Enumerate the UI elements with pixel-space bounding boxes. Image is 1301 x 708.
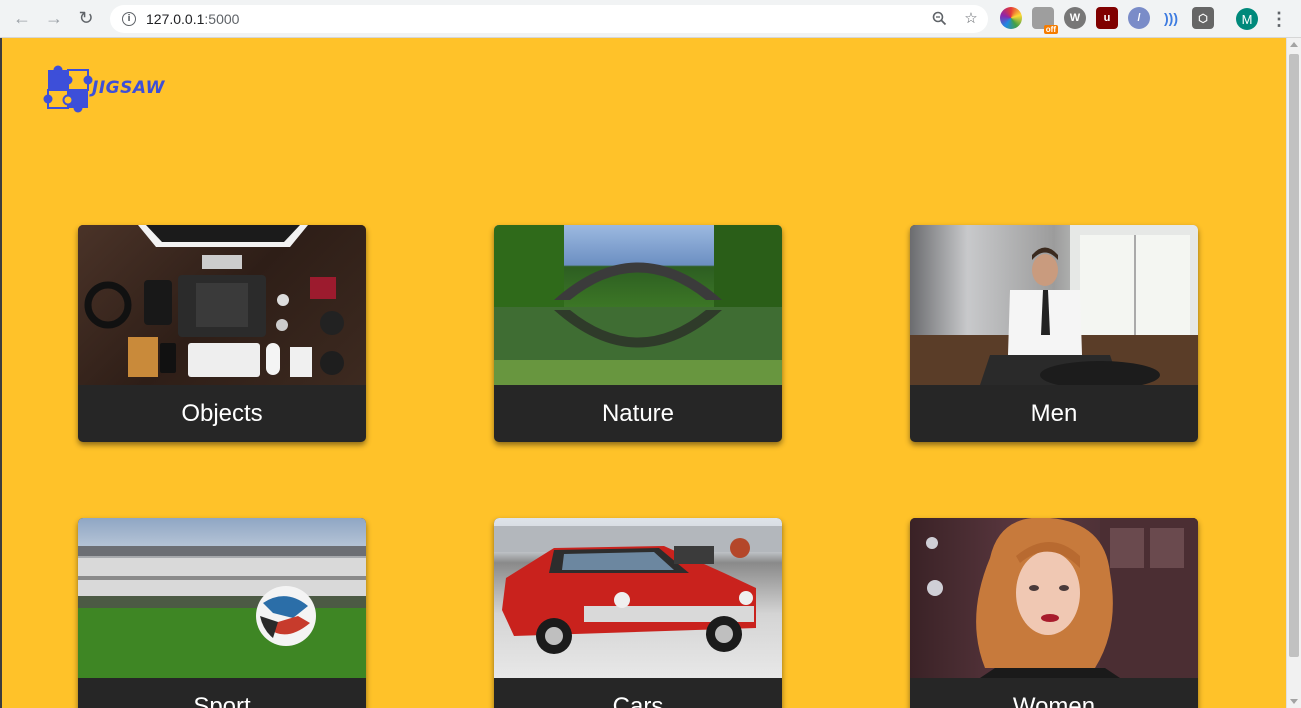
category-title: Men	[1030, 399, 1078, 427]
page-scrollbar[interactable]	[1286, 38, 1301, 708]
scroll-thumb[interactable]	[1289, 54, 1299, 657]
category-card-sport[interactable]: Sport	[78, 518, 366, 708]
category-title: Sport	[193, 692, 251, 708]
logo-text: JIGSAW	[92, 78, 165, 98]
wordpress-extension-icon[interactable]: W	[1064, 7, 1086, 29]
forward-arrow-icon[interactable]: →	[38, 3, 70, 35]
address-bar[interactable]: i 127.0.0.1:5000 ☆	[110, 5, 988, 33]
category-title: Nature	[601, 399, 675, 427]
url-port: :5000	[204, 11, 240, 27]
extension-off-icon[interactable]: off	[1032, 7, 1058, 34]
category-card-cars[interactable]: Cars	[494, 518, 782, 708]
cars-image	[494, 518, 782, 678]
extension-off-badge: off	[1043, 25, 1058, 34]
scroll-down-arrow-icon[interactable]	[1290, 699, 1298, 704]
objects-image	[78, 225, 366, 385]
browser-toolbar: ← → ↻ i 127.0.0.1:5000 ☆ off W u / ))) ⬡…	[0, 0, 1301, 38]
category-card-men[interactable]: Men	[910, 225, 1198, 442]
men-image	[910, 225, 1198, 385]
puzzle-logo-icon	[43, 65, 93, 113]
women-image	[910, 518, 1198, 678]
site-logo[interactable]: JIGSAW	[42, 62, 165, 114]
back-arrow-icon[interactable]: ←	[6, 3, 38, 35]
category-card-nature[interactable]: Nature	[494, 225, 782, 442]
category-title: Objects	[181, 399, 263, 427]
wifi-extension-icon[interactable]: )))	[1160, 7, 1182, 29]
nature-image	[494, 225, 782, 385]
color-picker-extension-icon[interactable]	[1000, 7, 1022, 29]
category-card-objects[interactable]: Objects	[78, 225, 366, 442]
menu-kebab-icon[interactable]: ⋮	[1270, 8, 1288, 30]
category-title: Women	[1012, 692, 1096, 708]
category-title: Cars	[612, 692, 664, 708]
zoom-icon[interactable]	[930, 9, 948, 27]
scroll-up-arrow-icon[interactable]	[1290, 42, 1298, 47]
category-card-women[interactable]: Women	[910, 518, 1198, 708]
url-text[interactable]: 127.0.0.1:5000	[146, 11, 239, 27]
shield-extension-icon[interactable]: ⬡	[1192, 7, 1214, 29]
ublock-extension-icon[interactable]: u	[1096, 7, 1118, 29]
info-icon[interactable]: i	[122, 12, 136, 26]
sport-image	[78, 518, 366, 678]
reload-icon[interactable]: ↻	[70, 3, 102, 35]
pen-extension-icon[interactable]: /	[1128, 7, 1150, 29]
url-host: 127.0.0.1	[146, 11, 205, 27]
bookmark-star-icon[interactable]: ☆	[962, 9, 980, 27]
profile-avatar[interactable]: M	[1236, 8, 1258, 30]
page-content: JIGSAW Objects Nature Men Sport Cars Wom…	[2, 38, 1286, 708]
